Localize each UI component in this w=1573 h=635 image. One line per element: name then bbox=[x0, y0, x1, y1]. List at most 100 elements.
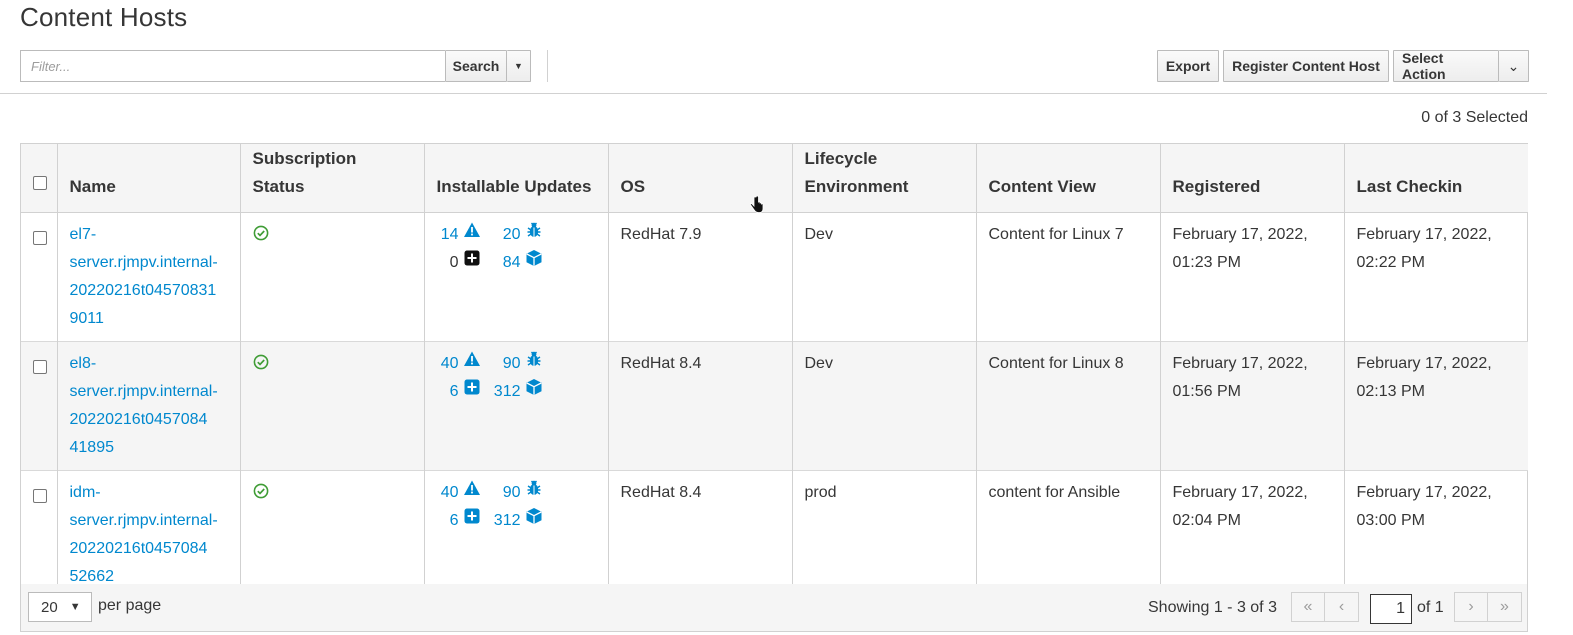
security-errata-count[interactable]: 40 bbox=[441, 350, 459, 378]
os-cell: RedHat 8.4 bbox=[608, 341, 793, 470]
pager-forward: › » bbox=[1454, 592, 1522, 622]
previous-page-button[interactable]: ‹ bbox=[1325, 592, 1359, 622]
row-select[interactable] bbox=[21, 470, 58, 599]
bugfix-errata-count[interactable]: 20 bbox=[503, 221, 521, 249]
host-name-line: 41895 bbox=[69, 438, 115, 456]
registered-date: February 17, 2022, bbox=[1172, 225, 1308, 243]
content-view-cell: Content for Linux 8 bbox=[976, 341, 1161, 470]
check-circle-icon bbox=[253, 225, 269, 245]
select-action-button[interactable]: Select Action bbox=[1393, 50, 1499, 82]
per-page-select[interactable]: 20 ▼ bbox=[28, 592, 92, 622]
host-name-line: el8- bbox=[69, 354, 97, 372]
column-header-registered[interactable]: Registered bbox=[1160, 144, 1345, 213]
select-action-dropdown[interactable]: ⌄ bbox=[1499, 50, 1529, 82]
bugfix-errata-count[interactable]: 90 bbox=[503, 479, 521, 507]
last-checkin-date: February 17, 2022, bbox=[1356, 483, 1492, 501]
content-view-cell: Content for Linux 7 bbox=[976, 212, 1161, 341]
column-header-last-checkin[interactable]: Last Checkin bbox=[1344, 144, 1528, 213]
row-select[interactable] bbox=[21, 212, 58, 341]
double-chevron-right-icon: » bbox=[1500, 598, 1509, 615]
lifecycle-environment-cell: Dev bbox=[792, 212, 977, 341]
table-row: idm-server.rjmpv.internal- 20220216t04570… bbox=[21, 470, 1528, 599]
chevron-left-icon: ‹ bbox=[1338, 598, 1345, 615]
lifecycle-environment-cell: prod bbox=[792, 470, 977, 599]
row-checkbox[interactable] bbox=[33, 359, 47, 374]
enhancement-errata-count[interactable]: 6 bbox=[450, 378, 459, 406]
last-checkin-cell: February 17, 2022, 02:22 PM bbox=[1344, 212, 1528, 341]
filter-input[interactable] bbox=[20, 50, 445, 82]
package-cube-icon bbox=[525, 507, 543, 535]
select-action-group: Select Action ⌄ bbox=[1393, 50, 1529, 82]
host-name-line: 20220216t04570831 bbox=[69, 281, 217, 299]
package-cube-icon bbox=[525, 249, 543, 277]
host-name-line: 20220216t0457084 bbox=[69, 410, 208, 428]
last-checkin-cell: February 17, 2022, 03:00 PM bbox=[1344, 470, 1528, 599]
header-select-all[interactable] bbox=[21, 144, 58, 213]
export-button[interactable]: Export bbox=[1157, 50, 1219, 82]
column-header-os[interactable]: OS bbox=[608, 144, 793, 213]
host-name-link[interactable]: idm-server.rjmpv.internal- 20220216t04570… bbox=[70, 479, 228, 591]
column-header-installable-updates[interactable]: Installable Updates bbox=[424, 144, 609, 213]
package-updates-count[interactable]: 312 bbox=[494, 378, 521, 406]
last-checkin-date: February 17, 2022, bbox=[1356, 354, 1492, 372]
toolbar-actions: Export Register Content Host Select Acti… bbox=[1157, 50, 1529, 82]
last-page-button[interactable]: » bbox=[1488, 592, 1522, 622]
content-hosts-table: Name Subscription Status Installable Upd… bbox=[20, 143, 1528, 601]
host-name-line: 9011 bbox=[69, 309, 104, 327]
subscription-status-cell bbox=[240, 341, 425, 470]
security-errata-count[interactable]: 40 bbox=[441, 479, 459, 507]
host-name-cell: idm-server.rjmpv.internal- 20220216t04570… bbox=[57, 470, 241, 599]
search-options-dropdown[interactable]: ▼ bbox=[507, 50, 531, 82]
plus-square-icon bbox=[463, 249, 481, 277]
host-name-line: server.rjmpv.internal- bbox=[69, 511, 218, 529]
package-updates-count[interactable]: 312 bbox=[494, 507, 521, 535]
select-all-checkbox[interactable] bbox=[33, 175, 47, 190]
row-checkbox[interactable] bbox=[33, 488, 47, 503]
host-name-link[interactable]: el7- server.rjmpv.internal- 20220216t04570… bbox=[70, 221, 228, 333]
toolbar: Search ▼ Export Register Content Host Se… bbox=[0, 48, 1547, 94]
registered-time: 01:23 PM bbox=[1172, 253, 1241, 271]
os-cell: RedHat 8.4 bbox=[608, 470, 793, 599]
double-chevron-left-icon: « bbox=[1303, 598, 1313, 615]
plus-square-icon bbox=[463, 378, 481, 406]
hand-cursor-icon bbox=[750, 196, 764, 213]
bugfix-errata-count[interactable]: 90 bbox=[503, 350, 521, 378]
package-updates-count[interactable]: 84 bbox=[503, 249, 521, 277]
column-header-lifecycle-environment[interactable]: Lifecycle Environment bbox=[792, 144, 977, 213]
column-header-subscription-status[interactable]: Subscription Status bbox=[240, 144, 425, 213]
column-header-name[interactable]: Name bbox=[57, 144, 241, 213]
pagination-footer: 20 ▼ per page Showing 1 - 3 of 3 « ‹ 1 o… bbox=[20, 584, 1528, 632]
plus-square-icon bbox=[463, 507, 481, 535]
toolbar-divider bbox=[547, 50, 548, 82]
registered-date: February 17, 2022, bbox=[1172, 483, 1308, 501]
next-page-button[interactable]: › bbox=[1454, 592, 1488, 622]
registered-time: 01:56 PM bbox=[1172, 382, 1241, 400]
host-name-cell: el7- server.rjmpv.internal- 20220216t04570… bbox=[57, 212, 241, 341]
current-page-input[interactable]: 1 bbox=[1370, 594, 1412, 624]
chevron-down-icon: ⌄ bbox=[1507, 57, 1520, 74]
check-circle-icon bbox=[253, 354, 269, 374]
search-button[interactable]: Search bbox=[445, 50, 507, 82]
installable-updates-cell: 40 90 6 312 bbox=[424, 341, 609, 470]
registered-cell: February 17, 2022, 01:56 PM bbox=[1160, 341, 1345, 470]
enhancement-errata-count[interactable]: 6 bbox=[450, 507, 459, 535]
first-page-button[interactable]: « bbox=[1291, 592, 1325, 622]
bug-icon bbox=[525, 221, 543, 249]
row-select[interactable] bbox=[21, 341, 58, 470]
security-errata-count[interactable]: 14 bbox=[441, 221, 459, 249]
per-page-label: per page bbox=[98, 597, 162, 614]
host-name-link[interactable]: el8- server.rjmpv.internal- 20220216t04570… bbox=[70, 350, 228, 462]
enhancement-errata-count[interactable]: 0 bbox=[450, 249, 459, 277]
host-name-line: server.rjmpv.internal- bbox=[69, 253, 218, 271]
page-title: Content Hosts bbox=[20, 2, 188, 32]
lifecycle-environment-cell: Dev bbox=[792, 341, 977, 470]
row-checkbox[interactable] bbox=[33, 230, 47, 245]
last-checkin-time: 02:13 PM bbox=[1356, 382, 1425, 400]
subscription-status-cell bbox=[240, 470, 425, 599]
security-warning-icon bbox=[463, 221, 481, 249]
last-checkin-date: February 17, 2022, bbox=[1356, 225, 1492, 243]
table-row: el8- server.rjmpv.internal- 20220216t04570… bbox=[21, 341, 1528, 470]
content-view-cell: content for Ansible bbox=[976, 470, 1161, 599]
register-content-host-button[interactable]: Register Content Host bbox=[1223, 50, 1389, 82]
column-header-content-view[interactable]: Content View bbox=[976, 144, 1161, 213]
